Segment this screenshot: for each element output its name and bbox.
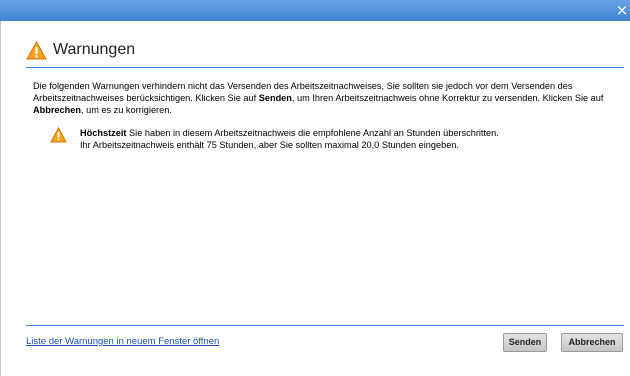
warning-icon [50, 127, 67, 143]
page-title: Warnungen [53, 41, 136, 58]
intro-part2: , um Ihren Arbeitszeitnachweis ohne Korr… [291, 93, 604, 103]
warning-title: Höchstzeit [80, 128, 127, 138]
dialog-titlebar: × [0, 0, 630, 21]
header-divider [26, 67, 624, 68]
intro-send-word: Senden [258, 93, 292, 103]
dialog-header: Warnungen [26, 39, 135, 61]
warning-icon [26, 40, 47, 59]
warning-line1: Sie haben in diesem Arbeitszeitnachweis … [126, 128, 499, 138]
cancel-button[interactable]: Abbrechen [561, 333, 623, 352]
warning-text: Höchstzeit Sie haben in diesem Arbeitsze… [80, 127, 620, 151]
send-button[interactable]: Senden [503, 333, 547, 352]
intro-cancel-word: Abbrechen [33, 105, 81, 115]
intro-text: Die folgenden Warnungen verhindern nicht… [33, 80, 623, 116]
intro-part3: , um es zu korrigieren. [81, 105, 172, 115]
window-edge [0, 21, 1, 376]
footer-divider [26, 325, 624, 326]
close-button[interactable]: × [614, 1, 630, 20]
open-warnings-in-new-window-link[interactable]: Liste der Warnungen in neuem Fenster öff… [26, 336, 219, 347]
warning-line2: Ihr Arbeitszeitnachweis enthält 75 Stund… [80, 140, 459, 150]
